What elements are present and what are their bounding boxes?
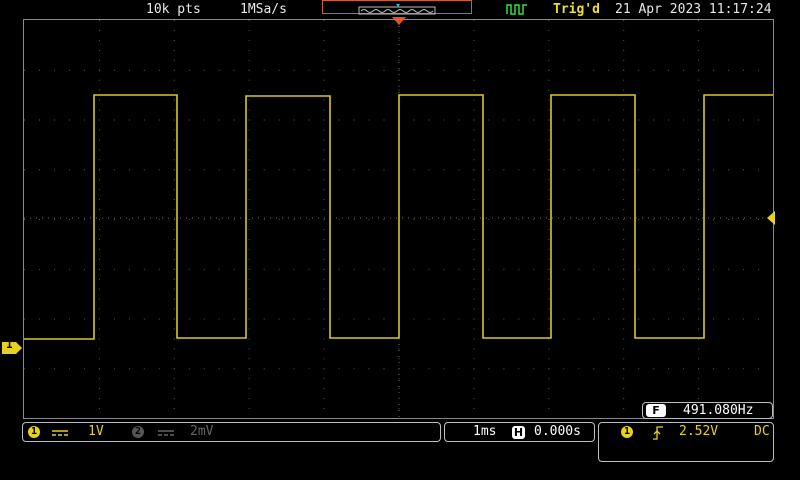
ch2-scale: 2mV [190, 424, 214, 439]
frequency-value: 491.080Hz [683, 403, 754, 418]
timebase-bar[interactable]: 1ms H 0.000s [444, 422, 595, 442]
graticule-dots [24, 20, 759, 459]
memory-window-indicator [322, 0, 472, 15]
ch1-marker-label: 1 [6, 338, 13, 351]
rising-edge-icon [653, 426, 663, 440]
run-status-icon [506, 4, 527, 15]
memory-waveform-icon [358, 4, 436, 15]
ch2-badge: 2 [132, 426, 144, 438]
trigger-coupling: DC [754, 424, 770, 439]
graticule [24, 20, 773, 459]
ch1-scale: 1V [88, 424, 104, 439]
trigger-level: 2.52V [679, 424, 719, 439]
sample-rate: 1MSa/s [240, 2, 287, 17]
ch1-badge: 1 [28, 426, 40, 438]
dc-coupling-icon [158, 430, 174, 436]
trigger-info-bar[interactable]: 1 2.52V DC [598, 422, 774, 462]
ch1-waveform-trace [24, 94, 773, 340]
dc-coupling-icon [52, 430, 68, 436]
waveform-display[interactable] [23, 19, 774, 459]
date-time: 21 Apr 2023 11:17:24 [615, 2, 772, 17]
ch1-ground-marker[interactable]: 1 [2, 338, 22, 354]
frequency-readout[interactable]: F 491.080Hz [642, 402, 773, 419]
channel-info-bar[interactable]: 1 1V 2 2mV [22, 422, 441, 442]
trigger-source-badge: 1 [621, 426, 633, 438]
horizontal-position: 0.000s [534, 424, 581, 439]
horizontal-position-icon: H [512, 426, 525, 439]
trigger-level-marker-icon [767, 211, 775, 225]
timebase-scale: 1ms [473, 424, 497, 439]
frequency-badge: F [646, 404, 666, 417]
record-length: 10k pts [146, 2, 201, 17]
trigger-status: Trig'd [553, 2, 600, 17]
